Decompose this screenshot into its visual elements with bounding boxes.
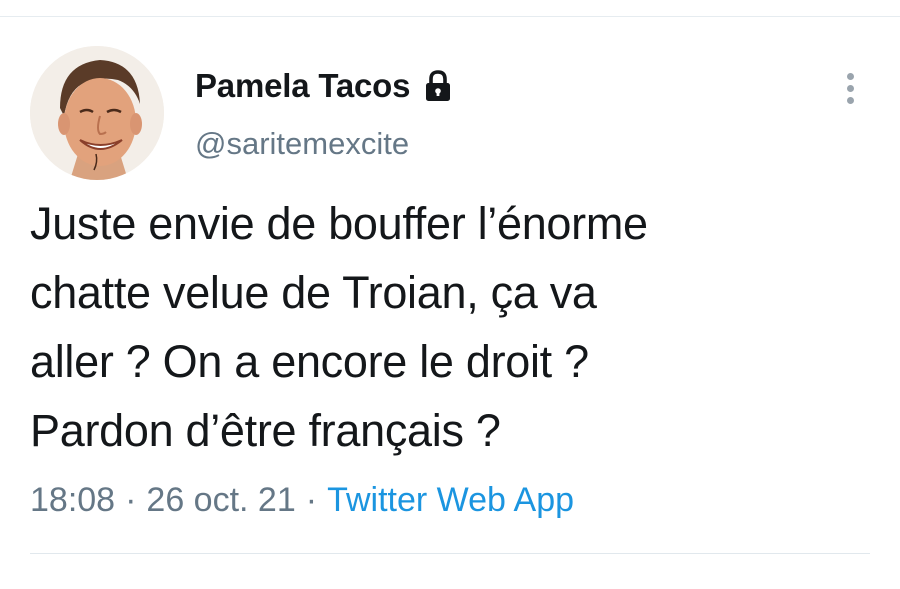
more-dot xyxy=(846,84,854,92)
tweet-text: Juste envie de bouffer l’énorme chatte v… xyxy=(30,198,648,456)
profile-photo-icon xyxy=(30,46,164,180)
meta-separator: · xyxy=(125,480,137,519)
lock-icon xyxy=(424,69,452,103)
tweet-time[interactable]: 18:08 xyxy=(30,481,115,520)
author-name-row: Pamela Tacos xyxy=(195,64,452,108)
author-handle[interactable]: @saritemexcite xyxy=(195,126,409,162)
more-dot xyxy=(846,96,854,104)
tweet-meta: 18:08 · 26 oct. 21 · Twitter Web App xyxy=(30,478,574,522)
more-dot xyxy=(846,72,854,80)
more-vertical-icon[interactable] xyxy=(833,66,867,110)
bottom-divider xyxy=(30,553,870,554)
tweet-date[interactable]: 26 oct. 21 xyxy=(146,481,295,520)
tweet-source-link[interactable]: Twitter Web App xyxy=(327,481,574,520)
author-display-name[interactable]: Pamela Tacos xyxy=(195,67,410,105)
top-divider xyxy=(0,16,900,17)
meta-separator: · xyxy=(305,480,318,519)
avatar[interactable] xyxy=(30,46,164,180)
